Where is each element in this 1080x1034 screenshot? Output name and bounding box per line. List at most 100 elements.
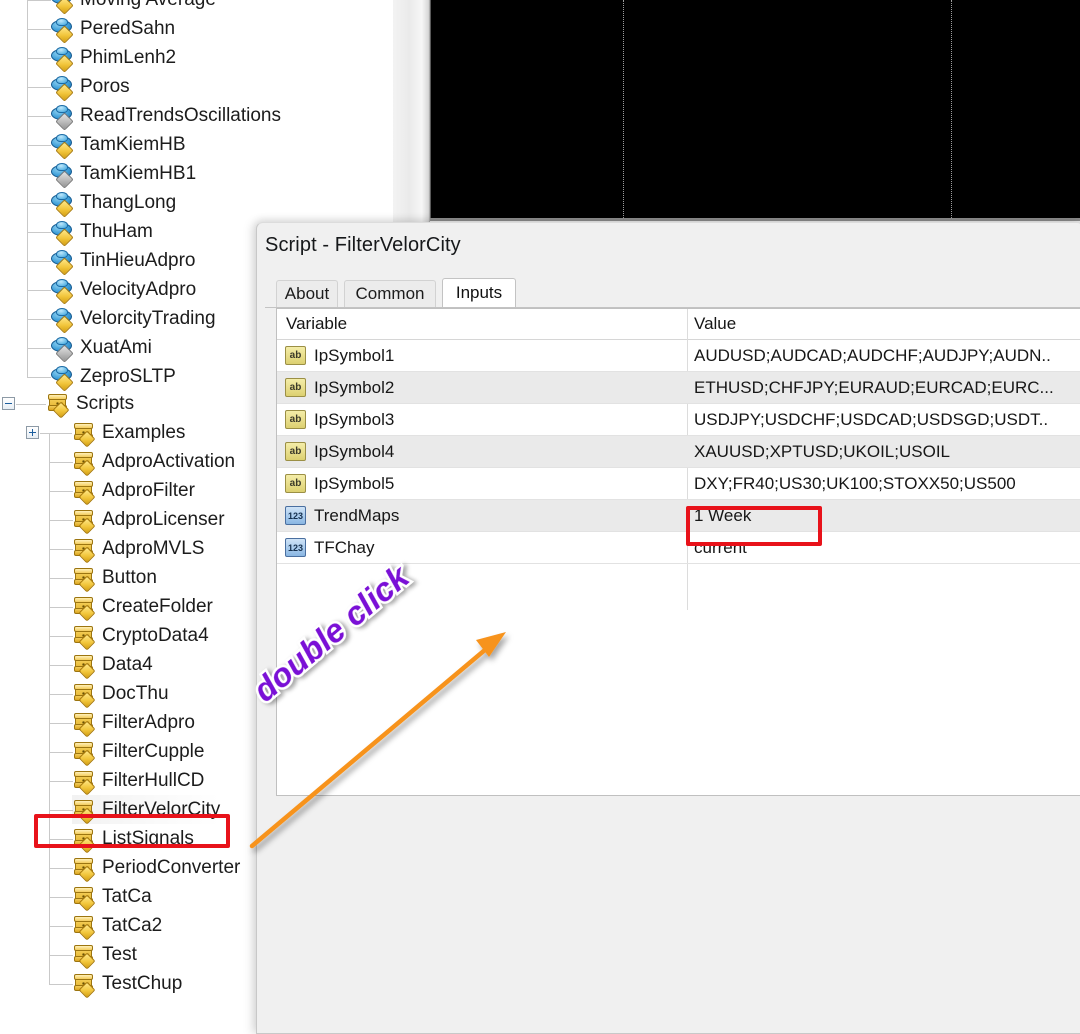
tree-item-label: Test <box>102 944 137 965</box>
table-row[interactable]: ab IpSymbol4 XAUUSD;XPTUSD;UKOIL;USOIL <box>277 436 1080 468</box>
tree-item-script[interactable]: AdproLicenser <box>72 505 225 534</box>
tab-common[interactable]: Common <box>344 280 436 307</box>
tree-connector <box>49 607 73 608</box>
script-icon <box>72 741 96 766</box>
indicator-icon <box>50 75 74 102</box>
script-icon <box>72 480 96 505</box>
dialog-title: Script - FilterVelorCity <box>265 234 461 256</box>
variable-name: IpSymbol5 <box>314 474 395 493</box>
tree-item-label: CreateFolder <box>102 596 213 617</box>
tree-item-script[interactable]: AdproActivation <box>72 447 235 476</box>
tree-item-script[interactable]: TatCa <box>72 882 152 911</box>
collapse-scripts-toggle[interactable] <box>2 397 15 410</box>
variable-value[interactable]: DXY;FR40;US30;UK100;STOXX50;US500 <box>694 468 1016 500</box>
tab-label: Common <box>355 284 425 303</box>
variable-name: IpSymbol4 <box>314 442 395 461</box>
tree-item-scripts-root[interactable]: Scripts <box>46 389 134 418</box>
tree-item-label: AdproMVLS <box>102 538 205 559</box>
pointer-arrow <box>249 632 506 849</box>
indicator-icon <box>50 249 74 276</box>
indicator-icon <box>50 133 74 160</box>
table-row[interactable]: ab IpSymbol1 AUDUSD;AUDCAD;AUDCHF;AUDJPY;A… <box>277 340 1080 372</box>
tree-item-indicator[interactable]: Poros <box>50 72 130 102</box>
variable-name: TrendMaps <box>314 506 400 525</box>
tree-item-indicator[interactable]: TamKiemHB <box>50 130 186 160</box>
tree-connector <box>27 87 51 88</box>
variable-value[interactable]: ETHUSD;CHFJPY;EURAUD;EURCAD;EURC... <box>694 372 1054 404</box>
tree-item-script[interactable]: CreateFolder <box>72 592 213 621</box>
tab-inputs[interactable]: Inputs <box>442 278 516 307</box>
tree-item-script[interactable]: AdproMVLS <box>72 534 204 563</box>
table-row[interactable]: 123 TFChay current <box>277 532 1080 564</box>
tree-item-script[interactable]: DocThu <box>72 679 169 708</box>
table-row[interactable]: ab IpSymbol2 ETHUSD;CHFJPY;EURAUD;EURCAD;E… <box>277 372 1080 404</box>
tree-item-script[interactable]: FilterAdpro <box>72 708 195 737</box>
tree-item-indicator[interactable]: PhimLenh2 <box>50 43 177 73</box>
tree-item-indicator[interactable]: PeredSahn <box>50 14 176 44</box>
table-row[interactable]: 123 TrendMaps 1 Week <box>277 500 1080 532</box>
tree-item-indicator[interactable]: ThuHam <box>50 217 153 247</box>
tree-item-label: TamKiemHB1 <box>80 163 197 184</box>
indicator-icon <box>50 307 74 334</box>
tree-item-indicator[interactable]: XuatAmi <box>50 333 152 363</box>
tree-item-script[interactable]: AdproFilter <box>72 476 195 505</box>
tree-item-examples-folder[interactable]: Examples <box>72 418 185 447</box>
tree-item-label: AdproActivation <box>102 451 236 472</box>
tree-item-indicator[interactable]: ThangLong <box>50 188 176 218</box>
indicator-icon <box>50 162 74 189</box>
script-icon <box>72 451 96 476</box>
tree-item-indicator[interactable]: ZeproSLTP <box>50 362 176 392</box>
tree-item-label: ReadTrendsOscillations <box>80 105 281 126</box>
table-row[interactable]: ab IpSymbol3 USDJPY;USDCHF;USDCAD;USDSGD;U… <box>277 404 1080 436</box>
tree-item-script[interactable]: FilterHullCD <box>72 766 204 795</box>
tree-item-script[interactable]: CryptoData4 <box>72 621 209 650</box>
tree-item-label: Button <box>102 567 157 588</box>
variable-value[interactable]: USDJPY;USDCHF;USDCAD;USDSGD;USDT.. <box>694 404 1048 436</box>
tree-item-indicator[interactable]: Moving Average <box>50 0 216 15</box>
script-icon <box>72 596 96 621</box>
tree-item-script[interactable]: Button <box>72 563 157 592</box>
string-type-icon: ab <box>285 377 307 399</box>
variable-name: IpSymbol1 <box>314 346 395 365</box>
tree-connector <box>49 462 73 463</box>
tree-item-indicator[interactable]: TamKiemHB1 <box>50 159 197 189</box>
string-type-icon: ab <box>285 441 307 463</box>
tree-item-label: TestChup <box>102 973 183 994</box>
table-row[interactable]: ab IpSymbol5 DXY;FR40;US30;UK100;STOXX50;U… <box>277 468 1080 500</box>
tree-connector <box>49 694 73 695</box>
tree-item-label: TinHieuAdpro <box>80 250 196 271</box>
tree-item-label: PeredSahn <box>80 18 176 39</box>
tree-item-script[interactable]: Test <box>72 940 137 969</box>
highlight-box-trendmaps-value <box>686 506 822 546</box>
script-icon <box>72 683 96 708</box>
tree-connector <box>27 261 51 262</box>
tree-item-script[interactable]: PeriodConverter <box>72 853 240 882</box>
variable-value[interactable]: XAUUSD;XPTUSD;UKOIL;USOIL <box>694 436 950 468</box>
tree-item-label: VelorcityTrading <box>80 308 216 329</box>
tree-item-label: Examples <box>102 422 186 443</box>
tree-item-indicator[interactable]: ReadTrendsOscillations <box>50 101 281 131</box>
tree-connector <box>49 955 73 956</box>
tree-item-indicator[interactable]: VelorcityTrading <box>50 304 216 334</box>
expand-examples-toggle[interactable] <box>26 426 39 439</box>
tree-item-indicator[interactable]: TinHieuAdpro <box>50 246 196 276</box>
tree-item-script[interactable]: FilterCupple <box>72 737 204 766</box>
script-icon <box>72 915 96 940</box>
tree-item-label: Moving Average <box>80 0 216 14</box>
chart-canvas[interactable] <box>430 0 1080 218</box>
script-icon <box>72 712 96 737</box>
tree-item-label: VelocityAdpro <box>80 279 197 300</box>
tree-item-indicator[interactable]: VelocityAdpro <box>50 275 197 305</box>
type-tag: ab <box>285 474 306 493</box>
tree-item-label: AdproLicenser <box>102 509 225 530</box>
tree-connector <box>27 0 28 377</box>
tree-item-label: PhimLenh2 <box>80 47 177 68</box>
dialog-tabstrip[interactable]: About Common Inputs <box>265 278 1080 308</box>
variable-value[interactable]: AUDUSD;AUDCAD;AUDCHF;AUDJPY;AUDN.. <box>694 340 1051 372</box>
tree-item-script[interactable]: TatCa2 <box>72 911 162 940</box>
tab-about[interactable]: About <box>276 280 338 307</box>
type-tag: ab <box>285 346 306 365</box>
tree-connector <box>49 636 73 637</box>
tree-item-script[interactable]: Data4 <box>72 650 153 679</box>
tree-item-script[interactable]: TestChup <box>72 969 182 998</box>
